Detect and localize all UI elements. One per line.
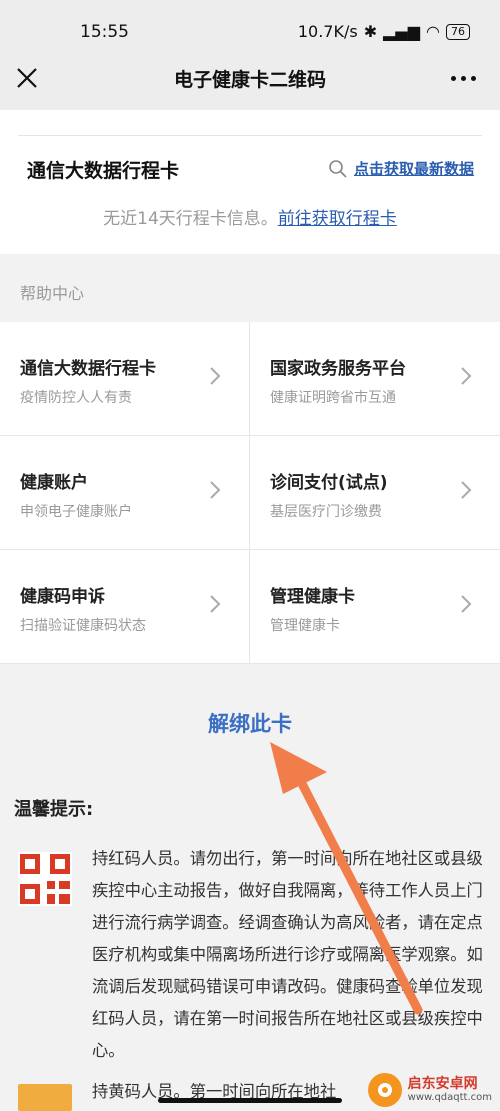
tips-title: 温馨提示: (14, 799, 94, 820)
watermark-text: 启东安卓网 www.qdaqtt.com (408, 1076, 492, 1104)
trip-card: 通信大数据行程卡 点击获取最新数据 无近14天行程卡信息。前往获取行程卡 (0, 136, 500, 254)
bluetooth-icon: ✱ (363, 22, 378, 41)
red-qr-code-icon (18, 852, 72, 906)
help-item-title: 健康账户 (20, 473, 88, 493)
status-time: 15:55 (80, 22, 129, 42)
help-item-title: 国家政务服务平台 (270, 359, 406, 379)
watermark: 启东安卓网 www.qdaqtt.com (367, 1073, 492, 1107)
help-item-subtitle: 管理健康卡 (270, 618, 340, 634)
more-icon[interactable] (451, 76, 476, 81)
chevron-right-icon (461, 367, 472, 385)
help-item-title: 管理健康卡 (270, 587, 355, 607)
help-item-health-account[interactable]: 健康账户 申领电子健康账户 (0, 436, 249, 549)
unbind-card-button[interactable]: 解绑此卡 (0, 708, 500, 738)
trip-info: 无近14天行程卡信息。前往获取行程卡 (0, 204, 500, 229)
refresh-data-label: 点击获取最新数据 (353, 160, 474, 178)
yellow-qr-code-icon (18, 1084, 72, 1111)
watermark-name: 启东安卓网 (407, 1076, 478, 1092)
help-item-code-appeal[interactable]: 健康码申诉 扫描验证健康码状态 (0, 550, 249, 663)
help-item-gov-platform[interactable]: 国家政务服务平台 健康证明跨省市互通 (250, 322, 500, 435)
chevron-right-icon (461, 481, 472, 499)
trip-card-title: 通信大数据行程卡 (27, 160, 180, 182)
watermark-url: www.qdaqtt.com (407, 1092, 492, 1103)
help-item-subtitle: 申领电子健康账户 (20, 504, 132, 520)
help-item-trip-card[interactable]: 通信大数据行程卡 疫情防控人人有责 (0, 322, 249, 435)
signal-icon: ▂▄▆ (383, 22, 421, 41)
battery-icon: 76 (446, 23, 470, 40)
nav-bar: 电子健康卡二维码 (0, 48, 500, 110)
chevron-right-icon (210, 367, 221, 385)
net-speed: 10.7K/s (297, 22, 358, 41)
get-trip-card-link[interactable]: 前往获取行程卡 (278, 209, 397, 229)
help-item-title: 诊间支付(试点) (270, 473, 388, 493)
help-item-clinic-payment[interactable]: 诊间支付(试点) 基层医疗门诊缴费 (250, 436, 500, 549)
wifi-icon: ◠ (426, 22, 440, 41)
help-item-subtitle: 基层医疗门诊缴费 (270, 504, 382, 520)
chevron-right-icon (210, 595, 221, 613)
refresh-data-button[interactable]: 点击获取最新数据 (328, 158, 474, 179)
help-item-manage-card[interactable]: 管理健康卡 管理健康卡 (250, 550, 500, 663)
chevron-right-icon (461, 595, 472, 613)
top-spacer (0, 110, 500, 136)
red-code-tip: 持红码人员。请勿出行，第一时间向所在地社区或县级疾控中心主动报告，做好自我隔离，… (92, 849, 483, 1060)
help-item-subtitle: 健康证明跨省市互通 (270, 390, 396, 406)
home-indicator[interactable] (158, 1098, 342, 1103)
watermark-logo-icon (367, 1073, 402, 1107)
help-item-subtitle: 疫情防控人人有责 (20, 390, 132, 406)
help-item-title: 通信大数据行程卡 (20, 359, 156, 379)
chevron-right-icon (210, 481, 221, 499)
help-center-title: 帮助中心 (20, 284, 85, 303)
status-indicators: 10.7K/s ✱ ▂▄▆ ◠ 76 (298, 22, 470, 41)
page-title: 电子健康卡二维码 (173, 69, 326, 91)
search-icon (329, 159, 347, 178)
trip-info-text: 无近14天行程卡信息。 (103, 209, 278, 229)
help-item-title: 健康码申诉 (20, 587, 105, 607)
help-item-subtitle: 扫描验证健康码状态 (20, 618, 146, 634)
help-center-grid: 通信大数据行程卡 疫情防控人人有责 国家政务服务平台 健康证明跨省市互通 健康账… (0, 322, 500, 664)
